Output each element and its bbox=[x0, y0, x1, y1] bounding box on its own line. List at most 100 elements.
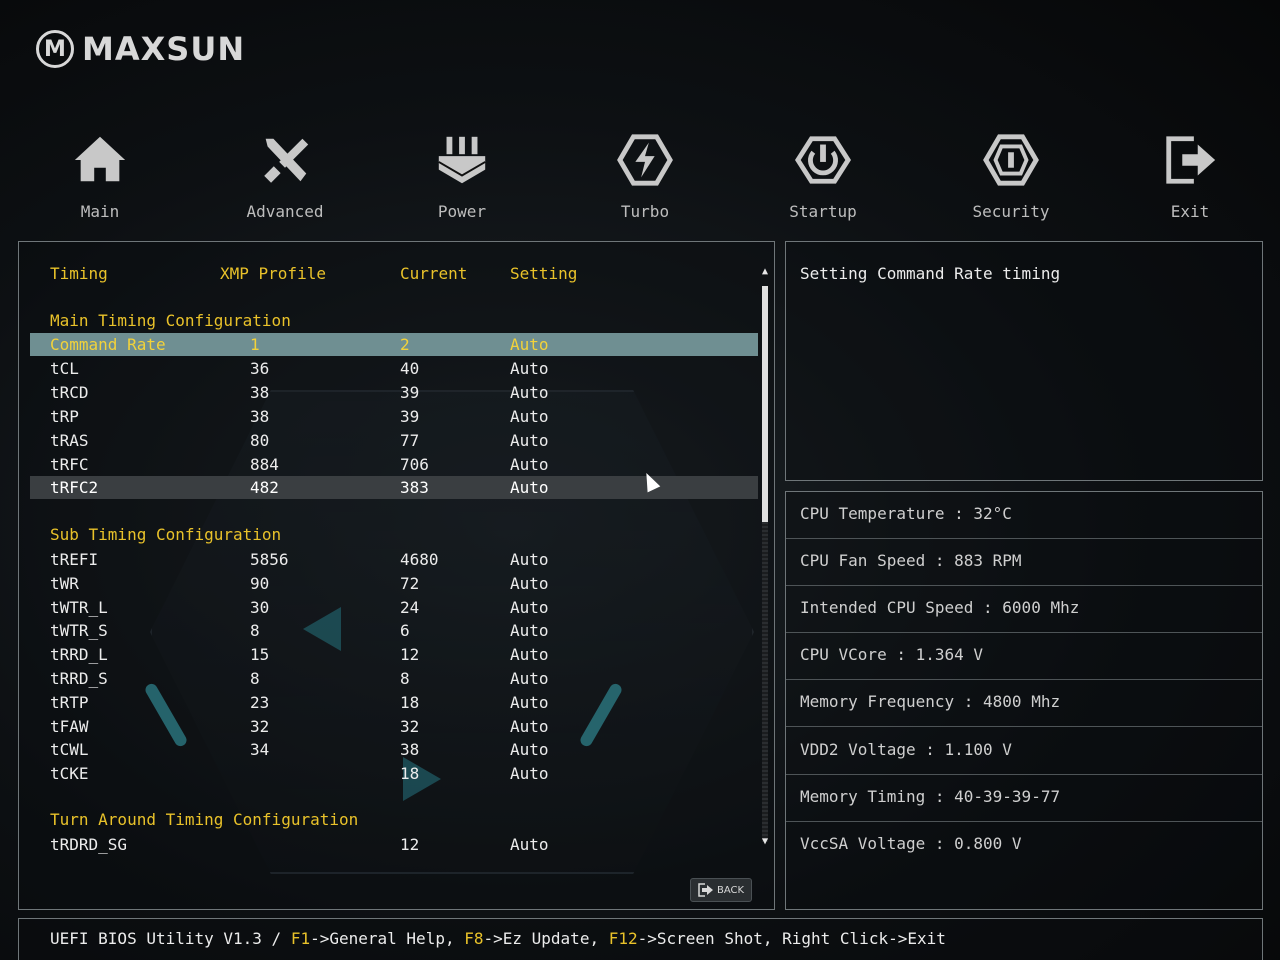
status-text: CPU Temperature : 32°C bbox=[800, 504, 1012, 523]
xmp-value: 34 bbox=[250, 740, 270, 759]
current-value: 2 bbox=[400, 335, 410, 354]
nav-label: Main bbox=[80, 202, 120, 221]
main-navigation: Main Advanced Power Turbo Startup Securi… bbox=[10, 128, 1280, 228]
xmp-value: 8 bbox=[250, 621, 260, 640]
timing-row[interactable]: tCKE 18 Auto bbox=[30, 762, 758, 785]
xmp-value: 38 bbox=[250, 383, 270, 402]
timing-name: tRTP bbox=[50, 693, 89, 712]
back-arrow-icon bbox=[698, 883, 713, 897]
footer-key-f1[interactable]: F1 bbox=[291, 929, 310, 948]
timing-row[interactable]: tRAS 80 77 Auto bbox=[30, 429, 758, 452]
setting-value: Auto bbox=[510, 669, 549, 688]
footer-key-f8-desc: ->Ez Update, bbox=[483, 929, 609, 948]
scroll-thumb[interactable] bbox=[762, 286, 768, 522]
timing-row[interactable]: tWTR_L 30 24 Auto bbox=[30, 596, 758, 619]
current-value: 12 bbox=[400, 835, 420, 854]
nav-security[interactable]: Security bbox=[941, 128, 1081, 221]
timing-name: tWR bbox=[50, 574, 79, 593]
column-header-timing: Timing bbox=[50, 264, 108, 283]
setting-value: Auto bbox=[510, 407, 549, 426]
back-button-label: BACK bbox=[716, 884, 745, 896]
nav-main[interactable]: Main bbox=[30, 128, 170, 221]
timing-row[interactable]: tRRD_L 15 12 Auto bbox=[30, 643, 758, 666]
setting-value: Auto bbox=[510, 431, 549, 450]
timing-name: tWTR_S bbox=[50, 621, 108, 640]
timing-name: tRFC2 bbox=[50, 478, 99, 497]
timing-name: tREFI bbox=[50, 550, 99, 569]
xmp-value: 32 bbox=[250, 717, 270, 736]
setting-value: Auto bbox=[510, 478, 549, 497]
turbo-bolt-icon bbox=[575, 128, 715, 192]
timing-row[interactable]: tRRD_S 8 8 Auto bbox=[30, 667, 758, 690]
current-value: 32 bbox=[400, 717, 420, 736]
current-value: 39 bbox=[400, 407, 420, 426]
timing-name: tRRD_L bbox=[50, 645, 108, 664]
back-button[interactable]: BACK bbox=[690, 878, 752, 902]
setting-value: Auto bbox=[510, 455, 549, 474]
status-text: Memory Frequency : 4800 Mhz bbox=[800, 692, 1061, 711]
status-cpu-fan-speed: CPU Fan Speed : 883 RPM bbox=[786, 539, 1262, 586]
column-header-xmp-profile: XMP Profile bbox=[220, 264, 326, 283]
timing-row[interactable]: tWTR_S 8 6 Auto bbox=[30, 619, 758, 642]
status-vccsa-voltage: VccSA Voltage : 0.800 V bbox=[786, 822, 1262, 869]
current-value: 40 bbox=[400, 359, 420, 378]
power-chip-icon bbox=[392, 128, 532, 192]
current-value: 18 bbox=[400, 764, 420, 783]
nav-exit[interactable]: Exit bbox=[1120, 128, 1260, 221]
status-cpu-vcore: CPU VCore : 1.364 V bbox=[786, 633, 1262, 680]
scroll-down-arrow-icon[interactable]: ▼ bbox=[759, 836, 771, 848]
nav-advanced[interactable]: Advanced bbox=[215, 128, 355, 221]
timing-row[interactable]: tCL 36 40 Auto bbox=[30, 357, 758, 380]
timing-name: tFAW bbox=[50, 717, 89, 736]
timing-row[interactable]: tRDRD_SG 12 Auto bbox=[30, 833, 758, 856]
setting-value: Auto bbox=[510, 835, 549, 854]
xmp-value: 90 bbox=[250, 574, 270, 593]
status-intended-cpu-speed: Intended CPU Speed : 6000 Mhz bbox=[786, 586, 1262, 633]
timing-name: tCWL bbox=[50, 740, 89, 759]
footer-key-f8[interactable]: F8 bbox=[464, 929, 483, 948]
status-text: VccSA Voltage : 0.800 V bbox=[800, 834, 1022, 853]
current-value: 24 bbox=[400, 598, 420, 617]
current-value: 706 bbox=[400, 455, 429, 474]
status-text: VDD2 Voltage : 1.100 V bbox=[800, 740, 1012, 759]
timing-row[interactable]: tREFI 5856 4680 Auto bbox=[30, 548, 758, 571]
scroll-up-arrow-icon[interactable]: ▲ bbox=[759, 266, 771, 278]
footer-help-text: UEFI BIOS Utility V1.3 / F1->General Hel… bbox=[50, 929, 946, 948]
current-value: 18 bbox=[400, 693, 420, 712]
timing-name: tWTR_L bbox=[50, 598, 108, 617]
security-shield-icon bbox=[941, 128, 1081, 192]
xmp-value: 36 bbox=[250, 359, 270, 378]
timing-row[interactable]: tCWL 34 38 Auto bbox=[30, 738, 758, 761]
xmp-value: 482 bbox=[250, 478, 279, 497]
nav-label: Turbo bbox=[620, 202, 670, 221]
timing-row[interactable]: tFAW 32 32 Auto bbox=[30, 715, 758, 738]
timing-row[interactable]: tRTP 23 18 Auto bbox=[30, 691, 758, 714]
setting-value: Auto bbox=[510, 621, 549, 640]
nav-power[interactable]: Power bbox=[392, 128, 532, 221]
setting-value: Auto bbox=[510, 645, 549, 664]
maxsun-logo-mark: M bbox=[36, 30, 74, 68]
xmp-value: 15 bbox=[250, 645, 270, 664]
nav-startup[interactable]: Startup bbox=[753, 128, 893, 221]
nav-turbo[interactable]: Turbo bbox=[575, 128, 715, 221]
timing-row-command-rate[interactable]: Command Rate 1 2 Auto bbox=[30, 333, 758, 356]
column-header-current: Current bbox=[400, 264, 468, 283]
status-text: CPU Fan Speed : 883 RPM bbox=[800, 551, 1022, 570]
status-vdd2-voltage: VDD2 Voltage : 1.100 V bbox=[786, 728, 1262, 775]
section-turnaround-timing: Turn Around Timing Configuration bbox=[50, 810, 359, 829]
footer-key-f12[interactable]: F12 bbox=[609, 929, 638, 948]
nav-label: Security bbox=[972, 202, 1050, 221]
maxsun-logo-text: MAXSUN bbox=[82, 30, 246, 68]
setting-value: Auto bbox=[510, 550, 549, 569]
footer-key-f1-desc: ->General Help, bbox=[310, 929, 465, 948]
timing-row[interactable]: tWR 90 72 Auto bbox=[30, 572, 758, 595]
timing-scrollbar[interactable]: ▲ ▼ bbox=[759, 264, 771, 854]
timing-row[interactable]: tRP 38 39 Auto bbox=[30, 405, 758, 428]
timing-row[interactable]: tRCD 38 39 Auto bbox=[30, 381, 758, 404]
tools-icon bbox=[215, 128, 355, 192]
column-header-setting: Setting bbox=[510, 264, 578, 283]
setting-value: Auto bbox=[510, 359, 549, 378]
timing-name: tRFC bbox=[50, 455, 89, 474]
section-sub-timing: Sub Timing Configuration bbox=[50, 525, 282, 544]
footer-version: UEFI BIOS Utility V1.3 / bbox=[50, 929, 291, 948]
